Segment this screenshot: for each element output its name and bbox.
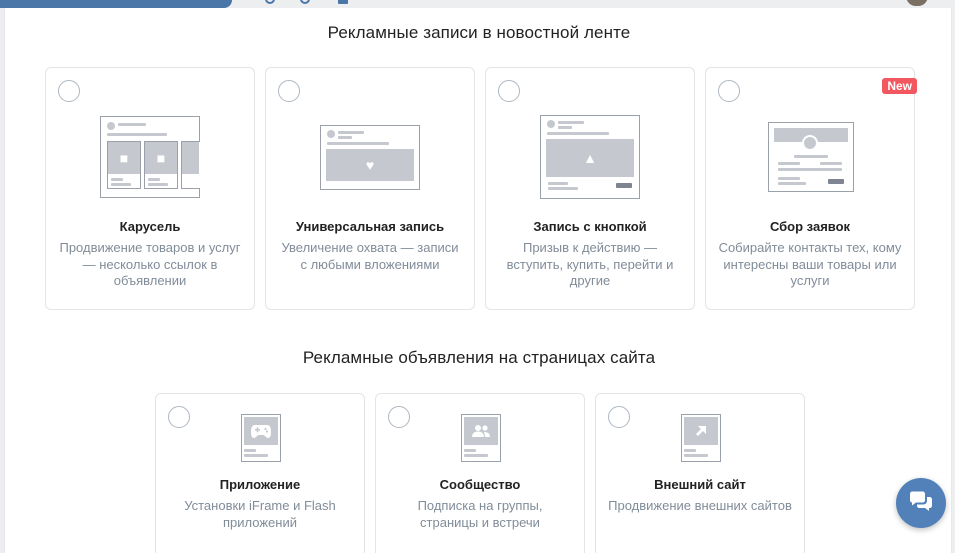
- radio-lead-form[interactable]: [718, 80, 740, 102]
- format-card-app[interactable]: Приложение Установки iFrame и Flash прил…: [155, 393, 365, 553]
- gamepad-icon: [241, 414, 281, 462]
- card-title: Запись с кнопкой: [533, 219, 647, 234]
- ad-format-panel: Рекламные записи в новостной ленте ■ ■ К…: [4, 8, 952, 553]
- card-description: Продвижение товаров и услуг — несколько …: [59, 240, 241, 288]
- people-icon: [461, 414, 501, 462]
- new-badge: New: [882, 78, 917, 94]
- play-icon[interactable]: [338, 0, 348, 4]
- card-description: Подписка на группы, страницы и встречи: [417, 498, 543, 530]
- card-title: Приложение: [219, 477, 301, 492]
- radio-app[interactable]: [168, 406, 190, 428]
- card-title: Универсальная запись: [295, 219, 445, 234]
- radio-carousel[interactable]: [58, 80, 80, 102]
- chat-button[interactable]: [896, 478, 946, 528]
- section-title-site: Рекламные объявления на страницах сайта: [302, 348, 656, 367]
- radio-community[interactable]: [388, 406, 410, 428]
- card-description: Продвижение внешних сайтов: [608, 498, 792, 513]
- notifications-icon[interactable]: [265, 0, 275, 4]
- radio-button-post[interactable]: [498, 80, 520, 102]
- music-icon[interactable]: [300, 0, 310, 4]
- carousel-illustration: ■ ■: [100, 116, 200, 198]
- format-card-button-post[interactable]: ▲ Запись с кнопкой Призыв к действию — в…: [485, 67, 695, 310]
- lead-form-illustration: [768, 122, 854, 192]
- section-title-feed: Рекламные записи в новостной ленте: [327, 23, 631, 42]
- top-navigation-bar: [0, 0, 955, 8]
- card-description: Увеличение охвата — записи с любыми влож…: [281, 240, 459, 272]
- card-title: Сбор заявок: [769, 219, 851, 234]
- chat-bubbles-icon: [910, 491, 932, 511]
- format-card-universal-post[interactable]: ♥ Универсальная запись Увеличение охвата…: [265, 67, 475, 310]
- card-title: Сообщество: [439, 477, 521, 492]
- radio-universal-post[interactable]: [278, 80, 300, 102]
- format-card-community[interactable]: Сообщество Подписка на группы, страницы …: [375, 393, 585, 553]
- format-card-external-site[interactable]: Внешний сайт Продвижение внешних сайтов: [595, 393, 805, 553]
- card-description: Установки iFrame и Flash приложений: [184, 498, 336, 530]
- card-title: Внешний сайт: [654, 477, 746, 492]
- card-description: Собирайте контакты тех, кому интересны в…: [718, 240, 902, 288]
- user-avatar[interactable]: [906, 0, 928, 6]
- card-title: Карусель: [119, 219, 181, 234]
- format-card-lead-form[interactable]: New Сбор заявок Собирайте контакты тех, …: [705, 67, 917, 310]
- card-description: Призыв к действию — вступить, купить, пе…: [506, 240, 674, 288]
- button-post-illustration: ▲: [540, 115, 640, 199]
- arrow-link-icon: [681, 414, 721, 462]
- search-bar[interactable]: [0, 0, 232, 8]
- radio-external-site[interactable]: [608, 406, 630, 428]
- format-card-carousel[interactable]: ■ ■ Карусель Продвижение товаров и услуг…: [45, 67, 255, 310]
- universal-post-illustration: ♥: [320, 125, 420, 190]
